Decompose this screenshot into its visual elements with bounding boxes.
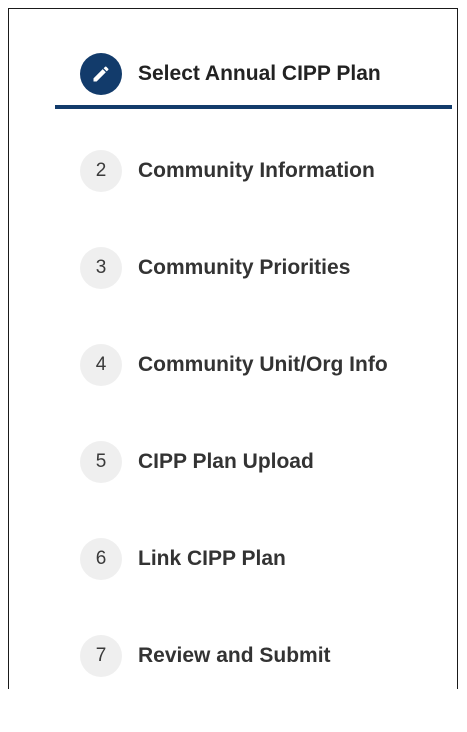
step-number-badge: 2 <box>80 150 122 192</box>
step-link-cipp-plan[interactable]: 6 Link CIPP Plan <box>55 538 452 635</box>
step-community-priorities[interactable]: 3 Community Priorities <box>55 247 452 344</box>
step-select-annual-cipp-plan[interactable]: Select Annual CIPP Plan <box>55 53 452 150</box>
step-label: Community Unit/Org Info <box>138 353 388 376</box>
step-review-and-submit[interactable]: 7 Review and Submit <box>55 635 452 732</box>
stepper: Select Annual CIPP Plan 2 Community Info… <box>55 53 452 732</box>
step-label: Review and Submit <box>138 644 331 667</box>
active-step-underline <box>55 105 452 109</box>
step-number-badge: 5 <box>80 441 122 483</box>
step-cipp-plan-upload[interactable]: 5 CIPP Plan Upload <box>55 441 452 538</box>
step-label: Link CIPP Plan <box>138 547 286 570</box>
step-label: Community Information <box>138 159 375 182</box>
step-label: Select Annual CIPP Plan <box>138 62 381 85</box>
step-community-unit-org-info[interactable]: 4 Community Unit/Org Info <box>55 344 452 441</box>
step-1-marker <box>80 53 122 95</box>
step-number-badge: 7 <box>80 635 122 677</box>
step-community-information[interactable]: 2 Community Information <box>55 150 452 247</box>
step-label: CIPP Plan Upload <box>138 450 314 473</box>
step-label: Community Priorities <box>138 256 351 279</box>
step-number-badge: 3 <box>80 247 122 289</box>
step-number-badge: 6 <box>80 538 122 580</box>
pencil-icon <box>93 66 109 82</box>
step-number-badge: 4 <box>80 344 122 386</box>
stepper-panel: Select Annual CIPP Plan 2 Community Info… <box>8 8 458 689</box>
